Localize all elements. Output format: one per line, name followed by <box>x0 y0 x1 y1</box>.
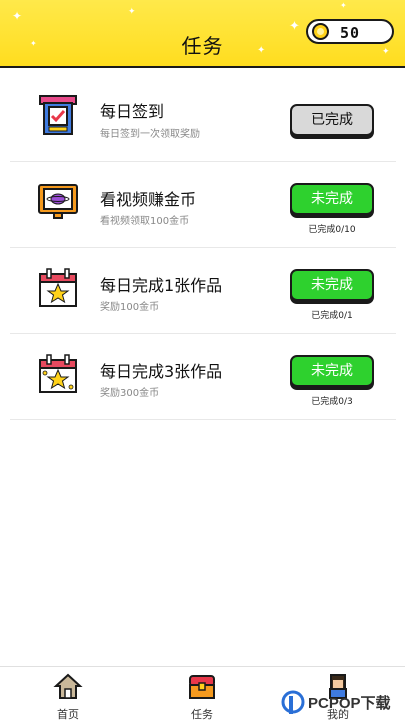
sparkle-icon: ✦ <box>340 1 347 10</box>
nav-item-home[interactable]: 首页 <box>38 672 98 720</box>
task-status-button[interactable]: 未完成 <box>290 183 374 215</box>
treasure-chest-icon <box>189 675 215 699</box>
task-item-complete-three-artworks: 每日完成3张作品 奖励300金币 未完成 已完成0/3 <box>10 334 396 420</box>
task-status-button[interactable]: 未完成 <box>290 269 374 301</box>
coin-icon <box>312 23 329 40</box>
task-progress: 已完成0/1 <box>311 311 353 321</box>
calendar-stars-icon <box>39 354 77 393</box>
task-description: 奖励100金币 <box>100 302 160 313</box>
task-description: 奖励300金币 <box>100 388 160 399</box>
task-item-watch-video: 看视频赚金币 看视频领取100金币 未完成 已完成0/10 <box>10 162 396 248</box>
coin-count: 50 <box>340 24 361 42</box>
nav-label: 任务 <box>191 708 213 720</box>
header-bar: ✦ ✦ ✦ ✦ ✦ ✦ ✦ 任务 50 <box>0 0 405 68</box>
coin-balance[interactable]: 50 <box>306 19 394 44</box>
task-item-complete-one-artwork: 每日完成1张作品 奖励100金币 未完成 已完成0/1 <box>10 248 396 334</box>
sparkle-icon: ✦ <box>12 9 23 23</box>
check-in-machine-icon <box>39 95 77 135</box>
watermark-logo: PCPOP下载 <box>281 690 391 714</box>
task-status-button[interactable]: 未完成 <box>290 355 374 387</box>
task-progress: 已完成0/10 <box>308 225 356 235</box>
task-description: 每日签到一次领取奖励 <box>100 129 200 140</box>
task-title: 每日签到 <box>100 102 165 121</box>
task-status-button[interactable]: 已完成 <box>290 104 374 136</box>
sparkle-icon: ✦ <box>128 7 136 17</box>
tv-icon <box>38 184 78 219</box>
task-title: 每日完成1张作品 <box>100 276 223 295</box>
task-item-daily-checkin: 每日签到 每日签到一次领取奖励 已完成 <box>10 76 396 162</box>
calendar-star-icon <box>39 268 77 307</box>
task-progress: 已完成0/3 <box>311 397 353 407</box>
nav-label: 首页 <box>57 708 79 720</box>
home-icon <box>53 673 83 699</box>
nav-item-tasks[interactable]: 任务 <box>172 672 232 720</box>
watermark-text: PCPOP下载 <box>308 694 391 712</box>
task-description: 看视频领取100金币 <box>100 216 190 227</box>
task-title: 每日完成3张作品 <box>100 362 223 381</box>
task-title: 看视频赚金币 <box>100 190 197 209</box>
